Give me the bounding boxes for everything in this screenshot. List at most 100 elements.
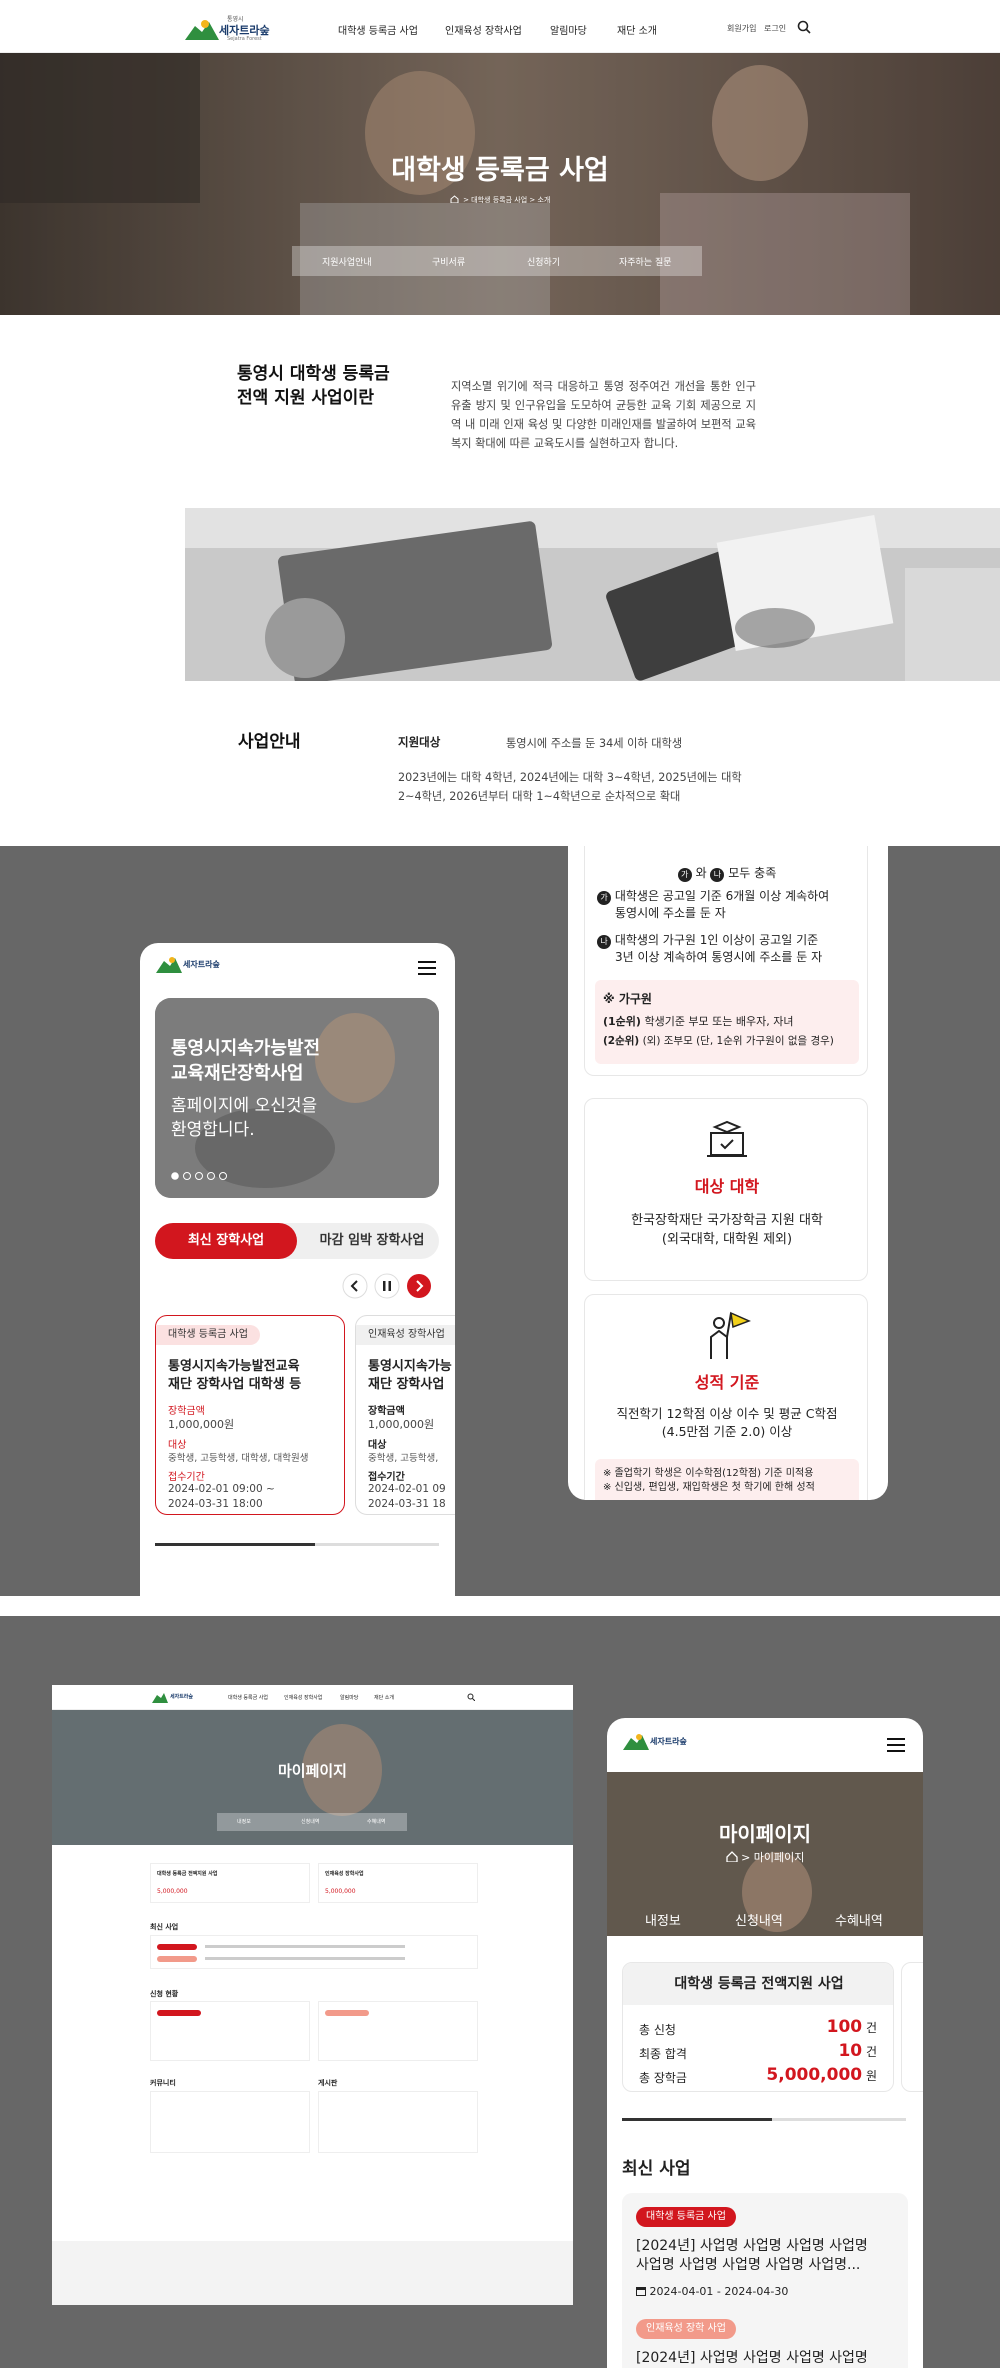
tab-faq[interactable]: 자주하는 질문 <box>619 255 672 268</box>
nav-about[interactable]: 재단 소개 <box>617 22 657 37</box>
desktop-stat-card: 인재육성 장학사업 5,000,000 <box>318 1863 478 1903</box>
tab-documents[interactable]: 구비서류 <box>432 255 465 268</box>
mobile-logo-text: 세자트라숲 <box>650 1737 687 1746</box>
desktop-section-title: 최신 사업 <box>150 1923 179 1931</box>
grade-note: ※ 졸업학기 학생은 이수학점(12학점) 기준 미적용 ※ 신입생, 편입생, … <box>595 1459 859 1500</box>
tab-support[interactable]: 지원사업안내 <box>322 255 372 268</box>
search-icon[interactable] <box>797 20 811 34</box>
desk-photo-image <box>185 508 1000 681</box>
graduate-icon <box>707 1120 747 1157</box>
household-note: ※ 가구원 (1순위) 학생기준 부모 또는 배우자, 자녀 (2순위) (외)… <box>595 980 859 1064</box>
desktop-section-title: 커뮤니티 <box>150 2079 176 2087</box>
nav-talent[interactable]: 인재육성 장학사업 <box>445 22 522 37</box>
logo[interactable]: 통영시 세자트라숲 Sejatra Forest <box>185 12 270 42</box>
hero-slide[interactable]: 통영시지속가능발전 교육재단장학사업 홈페이지에 오신것을 환영합니다. <box>155 998 439 1198</box>
grade-title: 성적 기준 <box>694 1373 760 1392</box>
card-period: 2024-02-01 09:00 ~2024-03-31 18:00 <box>168 1483 275 1510</box>
desktop-section-title: 게시판 <box>318 2079 338 2087</box>
home-icon[interactable] <box>450 195 459 204</box>
mobile-criteria-mockup: 가 와 나 모두 충족 가 대학생은 공고일 기준 6개월 이상 계속하여 통영시… <box>568 846 888 1500</box>
stat-scrollbar[interactable] <box>622 2118 906 2121</box>
tab-apply[interactable]: 신청하기 <box>527 255 560 268</box>
login-link[interactable]: 로그인 <box>764 23 786 34</box>
recent-item-title[interactable]: [2024년] 사업명 사업명 사업명 사업명 <box>636 2347 868 2367</box>
desktop-section-title: 신청 현황 <box>150 1990 179 1998</box>
join-link[interactable]: 회원가입 <box>727 23 756 34</box>
desktop-tab[interactable]: 신청내역 <box>301 1818 319 1825</box>
desktop-nav-item[interactable]: 인재육성 장학사업 <box>284 1694 322 1701</box>
desktop-recent-list <box>150 1935 478 1969</box>
card-amount-label: 장학금액 <box>368 1406 405 1417</box>
mobile-tab[interactable]: 내정보 <box>645 1910 681 1929</box>
hero-banner: 대학생 등록금 사업 > 대학생 등록금 사업 > 소개 지원사업안내 구비서류… <box>0 53 1000 315</box>
card-target-label: 대상 <box>368 1440 387 1451</box>
desktop-board-card <box>318 2091 478 2153</box>
desktop-apply-card <box>318 2001 478 2061</box>
tab-latest[interactable]: 최신 장학사업 <box>155 1223 297 1259</box>
desktop-nav-item[interactable]: 재단 소개 <box>374 1694 394 1701</box>
stat-amount-label: 총 장학금 <box>639 2071 687 2085</box>
breadcrumb-item[interactable]: 대학생 등록금 사업 <box>471 196 527 204</box>
card-title: 통영시지속가능발전교육 재단 장학사업 대학생 등 <box>168 1359 302 1392</box>
intro-body: 지역소멸 위기에 적극 대응하고 통영 정주여건 개선을 통한 인구유출 방지 … <box>451 380 756 450</box>
next-arrow-icon[interactable] <box>406 1273 432 1299</box>
stat-card-next <box>901 1962 923 2092</box>
desktop-nav-item[interactable]: 알림마당 <box>340 1694 358 1701</box>
desktop-community-card <box>150 2091 310 2153</box>
hamburger-menu-icon[interactable] <box>887 1738 905 1752</box>
desktop-tabs: 내정보 신청내역 수혜내역 <box>217 1813 407 1831</box>
nav-notice[interactable]: 알림마당 <box>550 22 587 37</box>
calendar-icon <box>636 2287 646 2296</box>
grade-desc: 직전학기 12학점 이상 이수 및 평균 C학점 (4.5만점 기준 2.0) 이… <box>616 1406 838 1439</box>
stat-apply: 100 건 <box>826 2017 877 2037</box>
card-target: 중학생, 고등학생, 대학생, 대학원생 <box>168 1453 309 1464</box>
slide-pagination[interactable] <box>171 1171 251 1181</box>
breadcrumb-current: 소개 <box>537 196 551 204</box>
flag-person-icon <box>710 1311 751 1359</box>
desktop-tab[interactable]: 수혜내역 <box>367 1818 385 1825</box>
recent-badge: 대학생 등록금 사업 <box>636 2207 736 2227</box>
recent-badge: 인재육성 장학 사업 <box>636 2319 736 2339</box>
slide-title: 통영시지속가능발전 교육재단장학사업 <box>171 1038 321 1084</box>
target-university-card: 대상 대학 한국장학재단 국가장학금 지원 대학 (외국대학, 대학원 제외) <box>584 1098 868 1281</box>
desktop-mypage-mockup: 세자트라숲 대학생 등록금 사업 인재육성 장학사업 알림마당 재단 소개 마이… <box>52 1685 573 2305</box>
card-badge: 대학생 등록금 사업 <box>156 1325 260 1345</box>
desktop-logo-icon <box>152 1693 168 1703</box>
hero-title: 대학생 등록금 사업 <box>391 155 609 186</box>
mobile-tab[interactable]: 수혜내역 <box>835 1910 883 1929</box>
card-scrollbar[interactable] <box>155 1543 439 1546</box>
card-amount: 1,000,000원 <box>368 1418 435 1431</box>
nav-tuition[interactable]: 대학생 등록금 사업 <box>338 22 418 37</box>
card-amount-label: 장학금액 <box>168 1406 205 1417</box>
card-period-label: 접수기간 <box>368 1472 405 1483</box>
sub-tabs: 지원사업안내 구비서류 신청하기 자주하는 질문 <box>292 246 702 276</box>
scholarship-card[interactable]: 인재육성 장학사업 통영시지속가능 재단 장학사업 장학금액 1,000,000원… <box>355 1315 455 1515</box>
pause-icon[interactable] <box>374 1273 400 1299</box>
breadcrumb: > 대학생 등록금 사업 > 소개 <box>0 195 1000 205</box>
stat-title: 대학생 등록금 전액지원 사업 <box>623 1963 893 2005</box>
mobile-page-title: 마이페이지 <box>719 1822 811 1846</box>
tab-deadline[interactable]: 마감 임박 장학사업 <box>305 1223 439 1259</box>
card-period-label: 접수기간 <box>168 1472 205 1483</box>
recent-title: 최신 사업 <box>622 2159 691 2179</box>
desktop-search-icon[interactable] <box>467 1693 475 1701</box>
desktop-nav-item[interactable]: 대학생 등록금 사업 <box>228 1694 268 1701</box>
desktop-apply-card <box>150 2001 310 2061</box>
desktop-footer <box>52 2241 573 2305</box>
mobile-logo-text: 세자트라숲 <box>183 960 220 969</box>
desktop-tab[interactable]: 내정보 <box>237 1818 251 1825</box>
home-icon[interactable] <box>725 1851 738 1863</box>
desk-photo <box>185 508 1000 681</box>
mobile-home-mockup: 세자트라숲 통영시지속가능발전 교육재단장학사업 홈페이지에 오신것을 환영합니다.… <box>140 943 455 1596</box>
recent-item-title[interactable]: [2024년] 사업명 사업명 사업명 사업명 사업명 사업명 사업명 사업명 사… <box>636 2237 868 2275</box>
target-desc: 한국장학재단 국가장학금 지원 대학 (외국대학, 대학원 제외) <box>631 1213 823 1247</box>
mobile-logo-icon <box>156 957 182 973</box>
intro-title: 통영시 대학생 등록금 전액 지원 사업이란 <box>237 364 390 408</box>
guide-title: 사업안내 <box>238 732 301 752</box>
card-badge: 인재육성 장학사업 <box>356 1325 455 1345</box>
hamburger-menu-icon[interactable] <box>418 961 436 975</box>
mobile-tab[interactable]: 신청내역 <box>735 1910 783 1929</box>
prev-arrow-icon[interactable] <box>342 1273 368 1299</box>
card-amount: 1,000,000원 <box>168 1418 235 1431</box>
scholarship-card[interactable]: 대학생 등록금 사업 통영시지속가능발전교육 재단 장학사업 대학생 등 장학금액… <box>155 1315 345 1515</box>
